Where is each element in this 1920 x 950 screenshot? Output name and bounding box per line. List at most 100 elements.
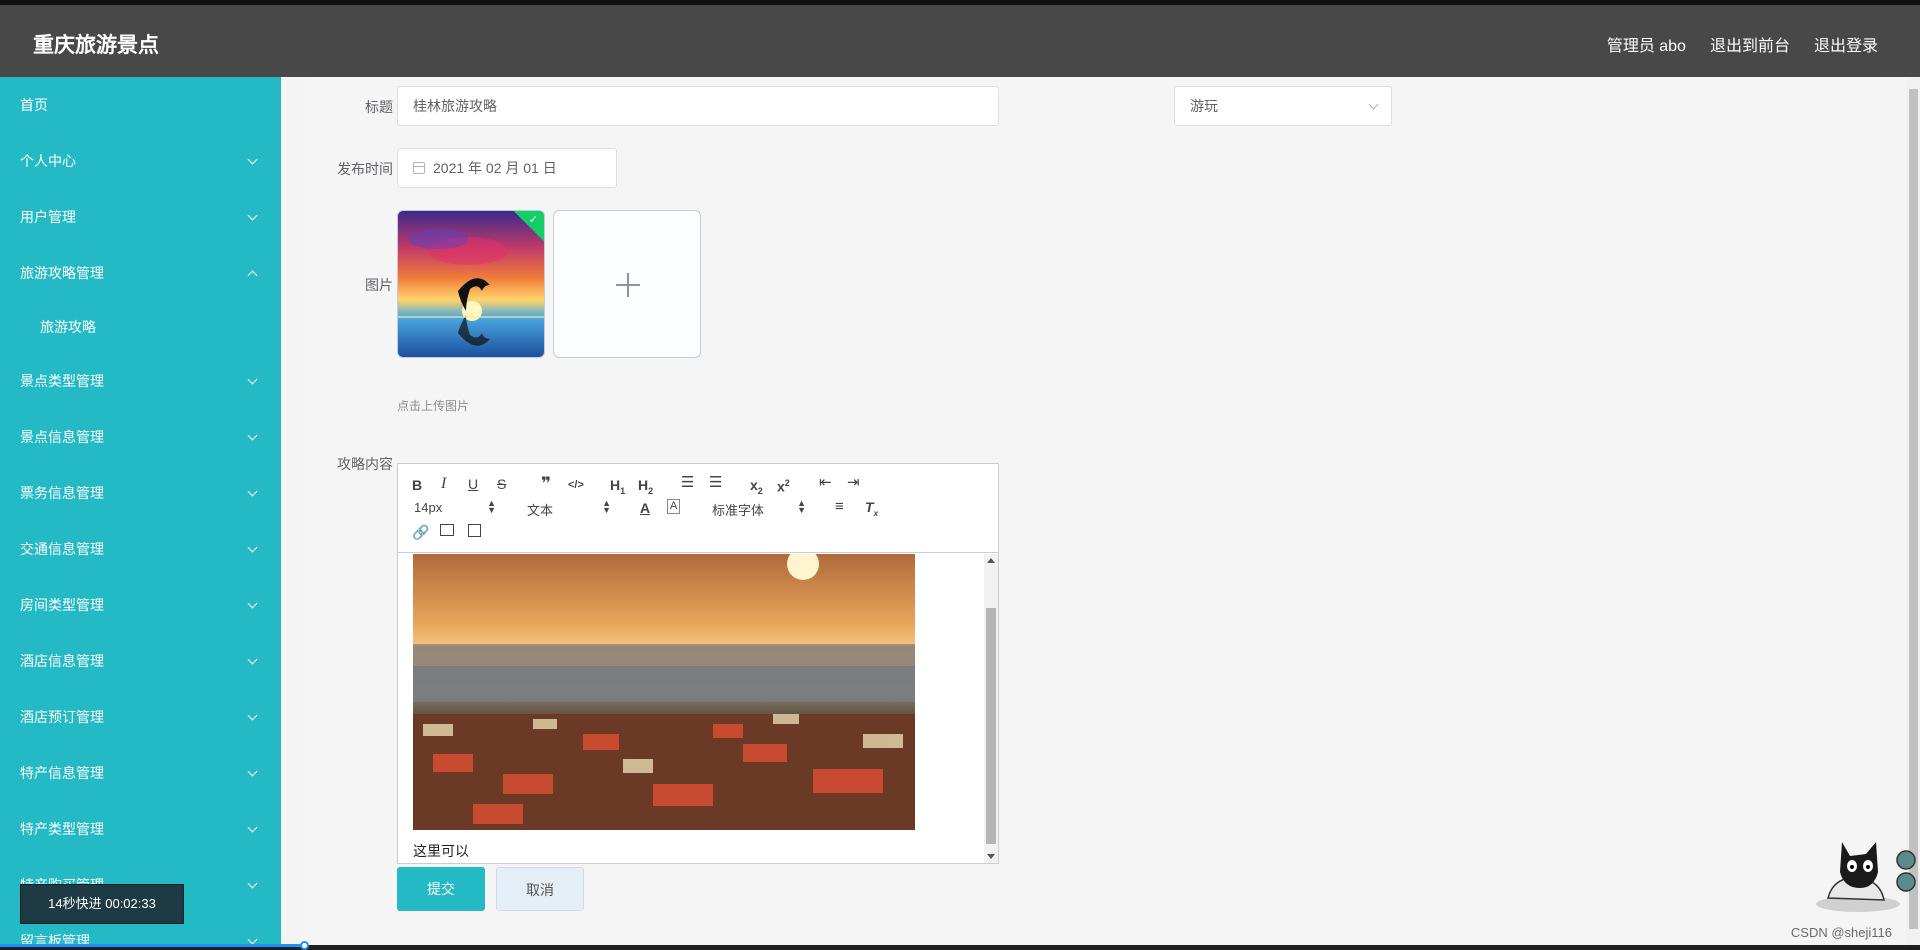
- outdent-icon[interactable]: ⇤: [819, 475, 832, 491]
- sidebar-item-label: 特产信息管理: [20, 765, 104, 781]
- rich-text-editor: B I U S ❞ </> H1 H2 ☰ ☰ x2 x2 ⇤ ⇥ 14px ▲…: [397, 463, 999, 864]
- video-icon[interactable]: [468, 524, 481, 537]
- image-icon[interactable]: [440, 524, 454, 536]
- h1-icon[interactable]: H1: [610, 477, 625, 499]
- select-arrows-icon: ▲ ▼: [487, 498, 496, 515]
- sidebar-item-label: 用户管理: [20, 209, 76, 225]
- indent-icon[interactable]: ⇥: [847, 475, 860, 491]
- header-select-value: 文本: [527, 503, 554, 518]
- submit-button[interactable]: 提交: [397, 867, 485, 911]
- sidebar-item-bookings[interactable]: 酒店预订管理: [0, 689, 281, 745]
- plus-icon-vertical: [627, 273, 629, 297]
- page-scrollbar-thumb[interactable]: [1909, 89, 1918, 929]
- subscript-icon[interactable]: x2: [750, 477, 763, 499]
- align-icon[interactable]: ≡: [835, 499, 844, 515]
- cancel-button[interactable]: 取消: [496, 867, 584, 911]
- underline-icon[interactable]: U: [468, 476, 478, 492]
- fast-forward-timer: 14秒快进 00:02:33: [20, 884, 184, 924]
- uploaded-image-thumbnail[interactable]: ✓: [397, 210, 545, 358]
- sidebar: 首页 个人中心 用户管理 旅游攻略管理 旅游攻略 景点类型管理 景点信息管理 票…: [0, 77, 281, 945]
- sidebar-item-label: 特产类型管理: [20, 821, 104, 837]
- video-progress-fill: [0, 944, 304, 947]
- sidebar-item-users[interactable]: 用户管理: [0, 189, 281, 245]
- sidebar-item-label: 交通信息管理: [20, 541, 104, 557]
- cat-mascot-image: [1816, 842, 1916, 912]
- superscript-icon[interactable]: x2: [777, 475, 790, 495]
- sidebar-item-label: 旅游攻略管理: [20, 265, 104, 281]
- chevron-down-icon: [1368, 99, 1379, 110]
- strike-icon[interactable]: S: [497, 476, 506, 492]
- clean-format-icon[interactable]: Tx: [865, 499, 878, 522]
- sidebar-item-label: 个人中心: [20, 153, 76, 169]
- sidebar-item-profile[interactable]: 个人中心: [0, 133, 281, 189]
- check-icon: ✓: [528, 214, 538, 226]
- sidebar-item-label: 票务信息管理: [20, 485, 104, 501]
- app-title: 重庆旅游景点: [33, 34, 159, 57]
- title-label: 标题: [365, 99, 393, 115]
- scrollbar-thumb[interactable]: [986, 608, 996, 844]
- italic-icon[interactable]: I: [441, 476, 446, 492]
- csdn-watermark: CSDN @sheji116: [1790, 925, 1892, 940]
- front-link[interactable]: 退出到前台: [1710, 32, 1790, 56]
- city-sunset-image: [413, 554, 915, 830]
- sidebar-item-spot-info[interactable]: 景点信息管理: [0, 409, 281, 465]
- page-scrollbar[interactable]: [1906, 77, 1920, 945]
- editor-content[interactable]: 这里可以: [398, 554, 984, 863]
- sidebar-subitem-guide[interactable]: 旅游攻略: [0, 301, 281, 353]
- font-family-select[interactable]: 标准字体 ▲ ▼: [712, 498, 806, 519]
- sidebar-item-specialty-types[interactable]: 特产类型管理: [0, 801, 281, 857]
- select-arrows-icon: ▲ ▼: [602, 498, 611, 515]
- sidebar-item-label: 酒店信息管理: [20, 653, 104, 669]
- scroll-up-icon[interactable]: [987, 558, 995, 563]
- sidebar-item-tickets[interactable]: 票务信息管理: [0, 465, 281, 521]
- code-icon[interactable]: </>: [568, 477, 584, 493]
- date-label: 发布时间: [337, 161, 393, 177]
- sidebar-item-label: 首页: [20, 97, 48, 113]
- sidebar-item-home[interactable]: 首页: [0, 77, 281, 133]
- background-color-icon[interactable]: A: [667, 499, 681, 514]
- top-bar: 重庆旅游景点 管理员 abo 退出到前台 退出登录: [0, 5, 1920, 77]
- link-icon[interactable]: 🔗: [412, 524, 429, 540]
- upload-hint: 点击上传图片: [397, 399, 470, 413]
- quote-icon[interactable]: ❞: [541, 475, 551, 492]
- sidebar-item-traffic[interactable]: 交通信息管理: [0, 521, 281, 577]
- sidebar-item-spot-types[interactable]: 景点类型管理: [0, 353, 281, 409]
- content-label: 攻略内容: [337, 456, 393, 472]
- editor-toolbar: B I U S ❞ </> H1 H2 ☰ ☰ x2 x2 ⇤ ⇥ 14px ▲…: [398, 464, 998, 553]
- sidebar-item-label: 酒店预订管理: [20, 709, 104, 725]
- top-bar-actions: 管理员 abo 退出到前台 退出登录: [1607, 32, 1878, 56]
- text-color-icon[interactable]: A: [640, 500, 650, 516]
- upload-add-button[interactable]: [553, 210, 701, 358]
- user-label[interactable]: 管理员 abo: [1607, 32, 1686, 56]
- header-select[interactable]: 文本 ▲ ▼: [527, 498, 611, 519]
- sidebar-item-specialty-info[interactable]: 特产信息管理: [0, 745, 281, 801]
- editor-text: 这里可以: [413, 843, 469, 859]
- bold-icon[interactable]: B: [412, 477, 422, 493]
- font-size-select[interactable]: 14px ▲ ▼: [414, 498, 496, 516]
- sidebar-item-hotels[interactable]: 酒店信息管理: [0, 633, 281, 689]
- bullet-list-icon[interactable]: ☰: [709, 475, 722, 491]
- logout-link[interactable]: 退出登录: [1814, 32, 1878, 56]
- main-content: 标题 桂林旅游攻略 类型 游玩 发布时间 2021 年 02 月 01 日 图片: [281, 77, 1920, 945]
- date-value: 2021 年 02 月 01 日: [433, 160, 557, 176]
- type-select[interactable]: 游玩: [1174, 86, 1392, 126]
- form-panel: 标题 桂林旅游攻略 类型 游玩 发布时间 2021 年 02 月 01 日 图片: [305, 77, 1881, 945]
- image-label: 图片: [365, 277, 393, 293]
- video-progress-handle[interactable]: [300, 941, 309, 950]
- h2-icon[interactable]: H2: [638, 477, 653, 499]
- date-picker[interactable]: 2021 年 02 月 01 日: [397, 148, 617, 188]
- dolphin-sunset-image: [398, 211, 544, 357]
- sidebar-item-label: 景点信息管理: [20, 429, 104, 445]
- select-arrows-icon: ▲ ▼: [797, 498, 806, 515]
- ordered-list-icon[interactable]: ☰: [681, 475, 694, 491]
- font-size-value: 14px: [414, 500, 443, 515]
- sidebar-item-label: 景点类型管理: [20, 373, 104, 389]
- calendar-icon: [413, 162, 425, 174]
- sidebar-item-guides[interactable]: 旅游攻略管理: [0, 245, 281, 301]
- editor-scrollbar[interactable]: [984, 554, 998, 863]
- type-select-value: 游玩: [1190, 98, 1218, 114]
- scroll-down-icon[interactable]: [987, 854, 995, 859]
- font-family-value: 标准字体: [712, 503, 765, 518]
- sidebar-item-room-types[interactable]: 房间类型管理: [0, 577, 281, 633]
- sidebar-item-label: 房间类型管理: [20, 597, 104, 613]
